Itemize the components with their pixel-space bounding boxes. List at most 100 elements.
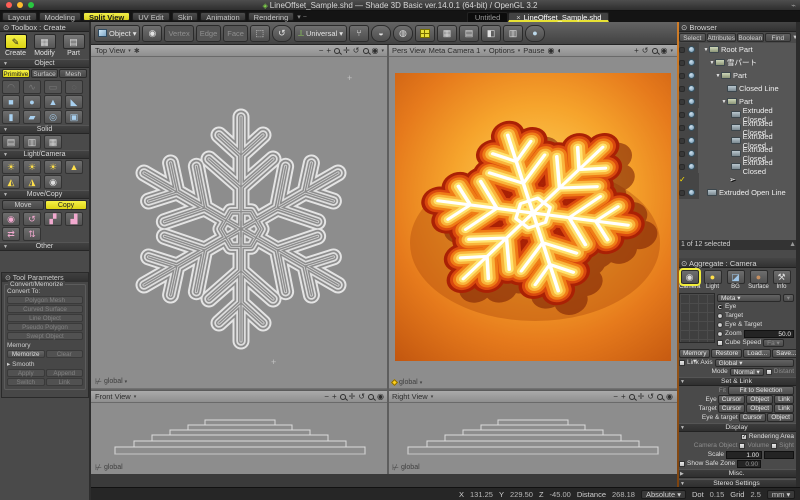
right-orbit-button[interactable]: ↺ (647, 393, 654, 401)
pers-orbit-button[interactable]: ↺ (642, 47, 649, 55)
sight-checkbox[interactable] (771, 443, 777, 449)
tab-mesh[interactable]: Mesh (59, 69, 87, 78)
render-toggle-icon[interactable] (688, 124, 695, 131)
pers-axis-indicator[interactable]: global▾ (392, 379, 422, 386)
load-button[interactable]: Load... (743, 349, 771, 358)
orbit-button[interactable]: ↺ (353, 47, 360, 55)
close-doc-icon[interactable]: × (516, 13, 520, 22)
front-target-button[interactable]: ◉ (377, 393, 384, 401)
vertex-mode-button[interactable]: Vertex (164, 25, 193, 42)
tree-row-extruded-open-line[interactable]: Extruded Open Line (677, 186, 796, 199)
panel-splitter-handle[interactable] (677, 22, 679, 487)
tab-rendering[interactable]: Rendering (248, 12, 295, 21)
cube-speed-checkbox[interactable] (717, 340, 723, 346)
convert-curved-surface-button[interactable]: Curved Surface (7, 305, 83, 313)
scale-field-2[interactable] (764, 451, 794, 459)
convert-polygon-mesh-button[interactable]: Polygon Mesh (7, 296, 83, 304)
clear-button[interactable]: Clear (46, 350, 84, 358)
doc-tab-untitled[interactable]: Untitled (467, 12, 508, 22)
pers-camera-select[interactable]: Meta Camera 1 (429, 46, 481, 55)
target-object-button[interactable]: Object (746, 404, 773, 413)
top-view-label[interactable]: Top View (95, 46, 125, 55)
render-toggle-icon[interactable] (688, 59, 695, 66)
rounded-box-tool-icon[interactable]: ▣ (65, 110, 83, 124)
wedge-tool-icon[interactable]: ◣ (65, 95, 83, 109)
eye-radio[interactable] (717, 304, 723, 310)
render-toggle-icon[interactable] (688, 98, 695, 105)
tree-row-extruded-closed[interactable]: Extruded Closed (677, 160, 796, 173)
mode-create[interactable]: ✎ Create (2, 34, 29, 57)
intersect-tool-icon[interactable]: ▦ (44, 135, 62, 149)
pers-refresh-icon[interactable]: ◉ (548, 47, 555, 55)
pers-view-label[interactable]: Pers View (392, 46, 426, 55)
zoom-out-button[interactable]: − (319, 47, 324, 55)
cylinder-tool-icon[interactable]: ▮ (2, 110, 20, 124)
eye-target-object-button[interactable]: Object (767, 413, 794, 422)
marquee-select-button[interactable]: ⬚ (250, 25, 270, 42)
front-zoom-out-button[interactable]: − (324, 393, 329, 401)
tab-layout[interactable]: Layout (2, 12, 37, 21)
section-light-camera[interactable]: ▼Light/Camera (0, 150, 89, 159)
brush-tool-button[interactable]: ◍ (393, 25, 413, 42)
pan-button[interactable]: ✛ (343, 47, 350, 55)
mode-modify[interactable]: ▦ Modify (31, 34, 58, 57)
wireframe-display-button[interactable]: ▦ (437, 25, 457, 42)
spiral-tool-icon[interactable]: ∿ (23, 80, 41, 94)
tree-row-snow-part[interactable]: ▼ 雪パート (677, 56, 796, 69)
lock-icon[interactable]: ▲ (789, 241, 796, 249)
display-mode-wire-button[interactable]: ▤ (459, 25, 479, 42)
convert-pseudo-polygon-button[interactable]: Pseudo Polygon (7, 323, 83, 331)
convert-line-object-button[interactable]: Line Object (7, 314, 83, 322)
tab-uv-edit[interactable]: UV Edit (132, 12, 169, 21)
smooth-switch-button[interactable]: Switch (7, 378, 45, 386)
link-axis-checkbox[interactable] (679, 360, 685, 366)
zoom-value-field[interactable]: 50.0 (744, 330, 794, 338)
fit-to-selection-button[interactable]: Fit to Selection (728, 386, 794, 395)
rect-tool-icon[interactable]: ▭ (44, 80, 62, 94)
select-toggle-icon[interactable] (679, 73, 685, 79)
select-toggle-icon[interactable] (679, 125, 685, 131)
section-object[interactable]: ▼Object (0, 59, 89, 68)
section-move-copy[interactable]: ▼Move/Copy (0, 190, 89, 199)
section-solid[interactable]: ▼Solid (0, 125, 89, 134)
render-toggle-icon[interactable] (688, 189, 695, 196)
stereo-settings-section[interactable]: ▼Stereo Settings (677, 479, 796, 487)
link-axis-select[interactable]: Global ▾ (715, 359, 794, 367)
front-viewport[interactable]: ⊬ global (91, 403, 388, 474)
unit-select[interactable]: mm ▾ (767, 490, 795, 499)
browser-tab-boolean[interactable]: Boolean (737, 33, 764, 42)
right-zoom-out-button[interactable]: − (613, 393, 618, 401)
display-section[interactable]: ▼Display (677, 423, 796, 432)
restore-button[interactable]: Restore ▾ (711, 349, 742, 358)
rotate-view-button[interactable]: ↺ (272, 25, 292, 42)
pers-pan-button[interactable]: + (634, 47, 639, 55)
target-cursor-button[interactable]: Cursor (718, 404, 746, 413)
ambient-light-icon[interactable]: ◭ (2, 175, 20, 189)
tab-skin[interactable]: Skin (172, 12, 199, 21)
browser-tab-find[interactable]: Find (765, 33, 792, 42)
browser-header[interactable]: ⊙ Browser (677, 22, 800, 32)
subtract-tool-icon[interactable]: ▥ (23, 135, 41, 149)
area-light-icon[interactable]: ▲ (65, 160, 83, 174)
right-axis-indicator[interactable]: ⊬ global (392, 463, 420, 472)
target-radio[interactable] (717, 313, 723, 319)
display-mode-flat-button[interactable]: ◧ (481, 25, 501, 42)
right-pan-button[interactable]: ✛ (638, 393, 645, 401)
vertical-splitter[interactable] (387, 45, 389, 474)
pers-options-menu[interactable]: Options (489, 46, 515, 55)
tab-modeling[interactable]: Modeling (39, 12, 81, 21)
right-viewport[interactable]: ⊬ global (388, 403, 677, 474)
memorize-button[interactable]: Memorize (7, 350, 45, 358)
section-other[interactable]: ▼Other (0, 242, 89, 251)
zoom-in-button[interactable]: + (326, 47, 331, 55)
agg-tab-surface[interactable]: ● Surface (748, 270, 769, 290)
smooth-apply-button[interactable]: Apply (7, 369, 45, 377)
cube-speed-select[interactable]: Fa ▾ (763, 339, 784, 347)
curve-tool-icon[interactable]: ◠ (2, 80, 20, 94)
zoom-radio[interactable] (717, 331, 723, 337)
tab-options-icon[interactable]: ▾ − (297, 13, 307, 21)
point-light-icon[interactable]: ☀ (2, 160, 20, 174)
browser-tab-attributes[interactable]: Attributes (707, 33, 736, 42)
meta-camera-select[interactable]: Meta ▾ (717, 294, 781, 302)
right-zoom-tool-icon[interactable] (657, 394, 663, 400)
